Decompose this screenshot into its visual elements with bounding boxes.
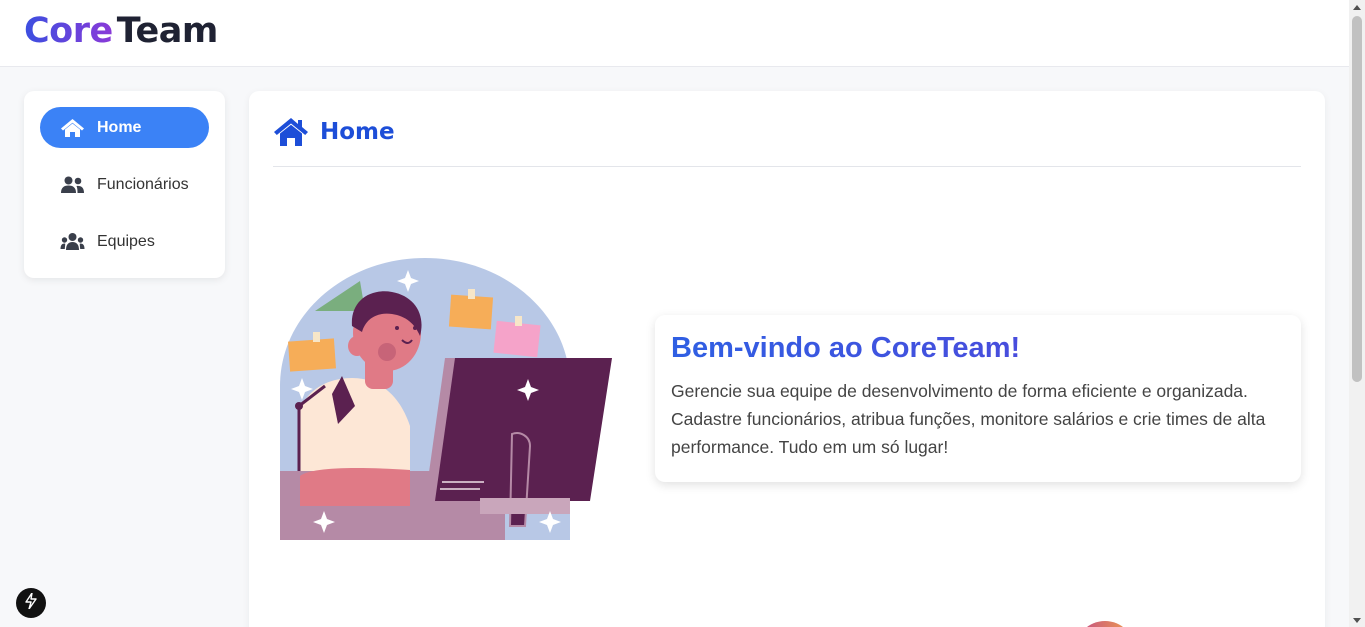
home-icon	[60, 118, 85, 138]
sidebar-item-label: Equipes	[97, 232, 155, 250]
page-header: Home	[273, 117, 1301, 167]
home-icon	[273, 117, 309, 147]
decorative-shape	[1075, 621, 1135, 627]
sidebar-item-funcionarios[interactable]: Funcionários	[40, 164, 209, 205]
users-icon	[60, 175, 85, 195]
brand-logo-core: Core	[24, 11, 113, 51]
sidebar-item-label: Home	[97, 118, 142, 136]
welcome-heading: Bem-vindo ao CoreTeam!	[671, 329, 1285, 367]
sidebar-item-home[interactable]: Home	[40, 107, 209, 148]
welcome-text: Gerencie sua equipe de desenvolvimento d…	[671, 381, 1266, 457]
main-content: Home Bem-vindo ao CoreTeam! Gerencie sua…	[249, 91, 1325, 627]
scroll-down-arrow[interactable]	[1353, 618, 1361, 623]
team-icon	[60, 232, 85, 252]
welcome-card: Bem-vindo ao CoreTeam! Gerencie sua equi…	[655, 315, 1301, 482]
sidebar-item-equipes[interactable]: Equipes	[40, 221, 209, 262]
scroll-up-arrow[interactable]	[1353, 5, 1361, 10]
scrollbar[interactable]	[1349, 0, 1365, 627]
bolt-icon	[24, 591, 38, 614]
page-title: Home	[320, 119, 395, 145]
brand-logo-team: Team	[116, 11, 219, 51]
welcome-illustration	[280, 256, 615, 540]
top-bar: Core Team	[0, 0, 1349, 67]
sidebar-item-label: Funcionários	[97, 175, 189, 193]
devtools-button[interactable]	[16, 588, 46, 618]
sidebar: Home Funcionários Equipes	[24, 91, 225, 278]
brand-logo[interactable]: Core Team	[24, 9, 218, 53]
scrollbar-thumb[interactable]	[1352, 16, 1362, 382]
